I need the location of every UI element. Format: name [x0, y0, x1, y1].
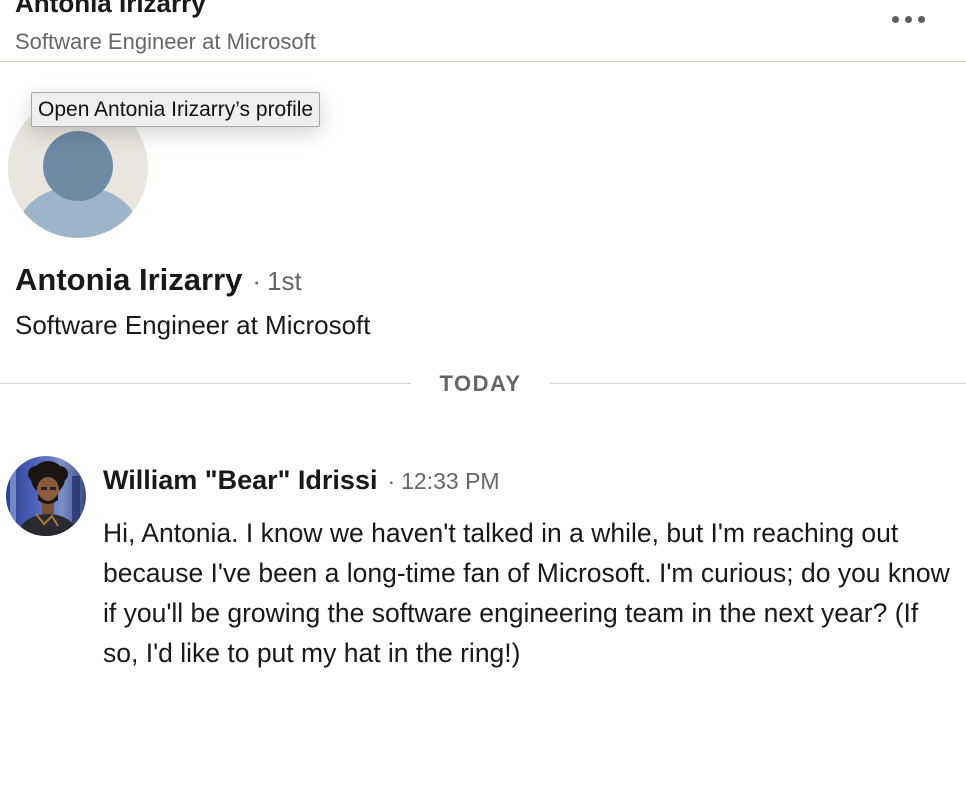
divider-line-right [550, 383, 966, 384]
degree-label: 1st [267, 266, 302, 296]
profile-tooltip: Open Antonia Irizarry’s profile [31, 92, 321, 127]
connection-degree: · 1st [252, 266, 301, 297]
message-timestamp: · 12:33 PM [387, 468, 499, 495]
degree-separator: · [252, 266, 262, 296]
user-photo-avatar [6, 456, 86, 536]
time-label: 12:33 PM [401, 468, 500, 494]
sender-name[interactable]: William "Bear" Idrissi [103, 465, 377, 496]
ellipsis-horizontal-icon [891, 15, 899, 23]
profile-name-row: Antonia Irizarry · 1st [15, 262, 302, 298]
header-contact-name[interactable]: Antonia Irizarry [15, 0, 206, 19]
more-options-button[interactable] [880, 2, 936, 36]
sender-avatar[interactable] [6, 456, 86, 536]
message-body: Hi, Antonia. I know we haven't talked in… [103, 518, 950, 668]
header-contact-headline: Software Engineer at Microsoft [15, 29, 316, 54]
profile-name[interactable]: Antonia Irizarry [15, 262, 242, 298]
divider-line-left [0, 383, 411, 384]
profile-headline: Software Engineer at Microsoft [15, 310, 371, 340]
conversation-header: Antonia Irizarry Software Engineer at Mi… [0, 0, 966, 62]
date-divider-label: TODAY [439, 371, 522, 396]
message-meta-row: William "Bear" Idrissi · 12:33 PM [103, 465, 500, 496]
ellipsis-dot [917, 15, 925, 23]
time-separator: · [387, 468, 396, 494]
ellipsis-dot [904, 15, 912, 23]
